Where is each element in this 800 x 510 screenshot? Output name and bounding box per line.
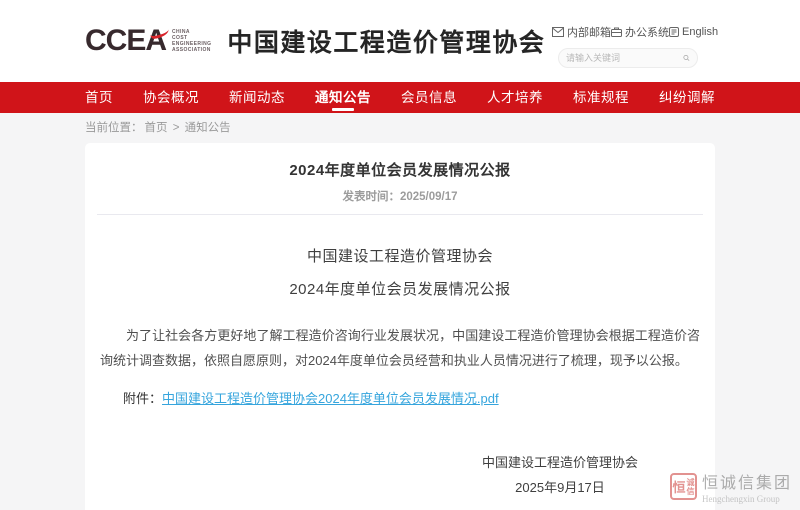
main-nav: 首页 协会概况 新闻动态 通知公告 会员信息 人才培养 标准规程 纠纷调解 xyxy=(0,82,800,113)
nav-item-overview[interactable]: 协会概况 xyxy=(143,82,199,113)
doc-title-org: 中国建设工程造价管理协会 xyxy=(97,245,703,266)
main-nav-inner: 首页 协会概况 新闻动态 通知公告 会员信息 人才培养 标准规程 纠纷调解 xyxy=(85,82,715,113)
quick-link-office[interactable]: 办公系统 xyxy=(611,24,669,40)
seal-chars-column: 诚 信 xyxy=(686,478,694,496)
signature-date: 2025年9月17日 xyxy=(482,477,638,496)
breadcrumb-prefix: 当前位置： xyxy=(85,122,143,134)
header-utilities: 内部邮箱 办公系统 English xyxy=(558,24,700,68)
quick-links: 内部邮箱 办公系统 English xyxy=(552,24,700,40)
page-title: 2024年度单位会员发展情况公报 xyxy=(97,161,703,180)
signature-org: 中国建设工程造价管理协会 xyxy=(482,452,638,471)
quick-link-label: 办公系统 xyxy=(625,24,669,40)
book-icon xyxy=(669,27,679,37)
signature: 中国建设工程造价管理协会 2025年9月17日 xyxy=(97,452,703,496)
publish-date: 2025/09/17 xyxy=(400,191,458,203)
nav-item-home[interactable]: 首页 xyxy=(85,82,113,113)
article-card: 2024年度单位会员发展情况公报 发表时间：2025/09/17 中国建设工程造… xyxy=(85,143,715,510)
watermark-name-cn: 恒诚信集团 xyxy=(702,469,792,493)
quick-link-english[interactable]: English xyxy=(669,26,718,38)
nav-item-members[interactable]: 会员信息 xyxy=(401,82,457,113)
hengchengxin-seal-icon: 恒 诚 信 xyxy=(670,473,697,500)
attachment-label: 附件： xyxy=(123,391,162,406)
hengchengxin-watermark: 恒 诚 信 恒诚信集团 Hengchengxin Group xyxy=(670,469,792,504)
nav-item-training[interactable]: 人才培养 xyxy=(487,82,543,113)
breadcrumb: 当前位置：首页 > 通知公告 xyxy=(85,113,800,143)
title-divider xyxy=(97,214,703,215)
quick-link-mailbox[interactable]: 内部邮箱 xyxy=(552,24,611,40)
article-paragraph: 为了让社会各方更好地了解工程造价咨询行业发展状况，中国建设工程造价管理协会根据工… xyxy=(97,323,703,373)
nav-item-standards[interactable]: 标准规程 xyxy=(573,82,629,113)
seal-char: 信 xyxy=(686,487,694,496)
logo-subtext: CHINA COST ENGINEERING ASSOCIATION xyxy=(172,29,211,53)
breadcrumb-separator: > xyxy=(173,122,180,134)
publish-time: 发表时间：2025/09/17 xyxy=(97,188,703,204)
attachment-line: 附件：中国建设工程造价管理协会2024年度单位会员发展情况.pdf xyxy=(97,388,703,407)
doc-title-report: 2024年度单位会员发展情况公报 xyxy=(97,278,703,299)
nav-item-mediation[interactable]: 纠纷调解 xyxy=(659,82,715,113)
search-icon[interactable] xyxy=(683,52,690,64)
quick-link-label: English xyxy=(682,26,718,38)
seal-char: 恒 xyxy=(672,477,685,496)
mail-icon xyxy=(552,27,564,37)
logo-subtext-line: ASSOCIATION xyxy=(172,47,211,53)
seal-char: 诚 xyxy=(686,478,694,487)
quick-link-label: 内部邮箱 xyxy=(567,24,611,40)
nav-item-notices[interactable]: 通知公告 xyxy=(315,82,371,113)
org-name-title: 中国建设工程造价管理协会 xyxy=(227,23,545,59)
watermark-text: 恒诚信集团 Hengchengxin Group xyxy=(702,469,792,504)
nav-item-news[interactable]: 新闻动态 xyxy=(229,82,285,113)
search-box[interactable] xyxy=(558,48,698,68)
breadcrumb-home[interactable]: 首页 xyxy=(145,122,168,134)
breadcrumb-current[interactable]: 通知公告 xyxy=(185,122,231,134)
publish-label: 发表时间： xyxy=(342,191,400,203)
logo-swoosh-icon xyxy=(149,27,169,39)
site-header: CCEA CHINA COST ENGINEERING ASSOCIATION … xyxy=(0,0,800,82)
search-input[interactable] xyxy=(566,53,683,63)
site-logo[interactable]: CCEA CHINA COST ENGINEERING ASSOCIATION … xyxy=(85,23,545,59)
signature-block: 中国建设工程造价管理协会 2025年9月17日 xyxy=(482,452,638,496)
watermark-name-en: Hengchengxin Group xyxy=(702,494,792,504)
attachment-pdf-link[interactable]: 中国建设工程造价管理协会2024年度单位会员发展情况.pdf xyxy=(162,391,499,406)
briefcase-icon xyxy=(611,27,622,37)
